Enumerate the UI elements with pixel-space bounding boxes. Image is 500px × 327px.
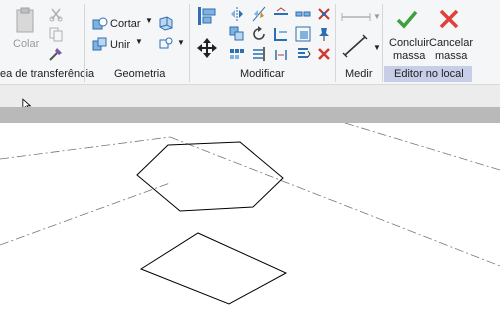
cut-scissors-icon[interactable]	[47, 5, 65, 23]
reference-plane-lines	[0, 122, 500, 267]
join-dropdown-icon[interactable]: ▼	[135, 37, 143, 46]
cut-geometry-label[interactable]: Cortar	[110, 18, 141, 30]
drawing-canvas[interactable]	[0, 122, 500, 322]
mirror-pick-axis-icon[interactable]	[228, 5, 246, 23]
view-tab-bar	[0, 107, 500, 123]
ribbon: Colar ea de transferência Cortar ▼ Unir …	[0, 0, 500, 85]
separator	[84, 4, 85, 82]
cancel-mass-icon[interactable]	[437, 7, 461, 31]
dimension-icon[interactable]	[341, 33, 369, 59]
measure-panel-label: Medir	[345, 68, 373, 80]
split-element-icon[interactable]	[294, 5, 312, 23]
geometry-panel-label: Geometria	[114, 68, 166, 80]
move-icon[interactable]	[196, 37, 218, 59]
mirror-draw-axis-icon[interactable]	[250, 5, 268, 23]
cancel-mass-label[interactable]: Cancelar	[429, 37, 473, 49]
geometry-dropdown-icon[interactable]: ▼	[177, 38, 185, 47]
dimension-dropdown-icon[interactable]: ▼	[373, 43, 381, 52]
copy-element-icon[interactable]	[228, 25, 246, 43]
cut-geometry-icon[interactable]	[91, 15, 109, 33]
paste-label[interactable]: Colar	[13, 38, 39, 50]
trim-multiple-icon[interactable]	[250, 45, 268, 63]
split-with-gap-icon[interactable]	[272, 45, 290, 63]
scale-icon[interactable]	[294, 25, 312, 43]
delete-icon[interactable]	[315, 45, 333, 63]
join-geometry-icon[interactable]	[91, 35, 109, 53]
measure-between-references-icon[interactable]	[341, 8, 371, 26]
clipboard-panel-label: ea de transferência	[0, 68, 95, 80]
cope-icon[interactable]	[157, 14, 175, 32]
options-bar	[0, 85, 500, 112]
cancel-mass-label-2[interactable]: massa	[435, 50, 467, 62]
rhombus-shape[interactable]	[139, 232, 288, 305]
finish-mass-label-2[interactable]: massa	[393, 50, 425, 62]
match-properties-icon[interactable]	[47, 45, 65, 63]
separator	[382, 4, 383, 82]
align-edges-icon[interactable]	[294, 45, 312, 63]
trim-extend-icon[interactable]	[272, 25, 290, 43]
model-view[interactable]	[0, 122, 500, 322]
paste-icon[interactable]	[14, 6, 36, 34]
separator	[335, 4, 336, 82]
modify-panel-label: Modificar	[240, 68, 285, 80]
align-icon[interactable]	[196, 5, 218, 27]
inplace-editor-panel-label: Editor no local	[394, 68, 464, 80]
separator	[189, 4, 190, 82]
copy-icon[interactable]	[47, 25, 65, 43]
rotate-icon[interactable]	[250, 25, 268, 43]
pin-icon[interactable]	[315, 25, 333, 43]
unpin-icon[interactable]	[315, 5, 333, 23]
split-face-icon[interactable]	[157, 34, 175, 52]
finish-mass-label[interactable]: Concluir	[389, 37, 429, 49]
join-geometry-label[interactable]: Unir	[110, 39, 130, 51]
finish-mass-icon[interactable]	[395, 7, 419, 31]
offset-icon[interactable]	[272, 5, 290, 23]
array-icon[interactable]	[228, 45, 246, 63]
measure-dropdown-icon[interactable]: ▼	[373, 12, 381, 21]
cut-dropdown-icon[interactable]: ▼	[145, 16, 153, 25]
